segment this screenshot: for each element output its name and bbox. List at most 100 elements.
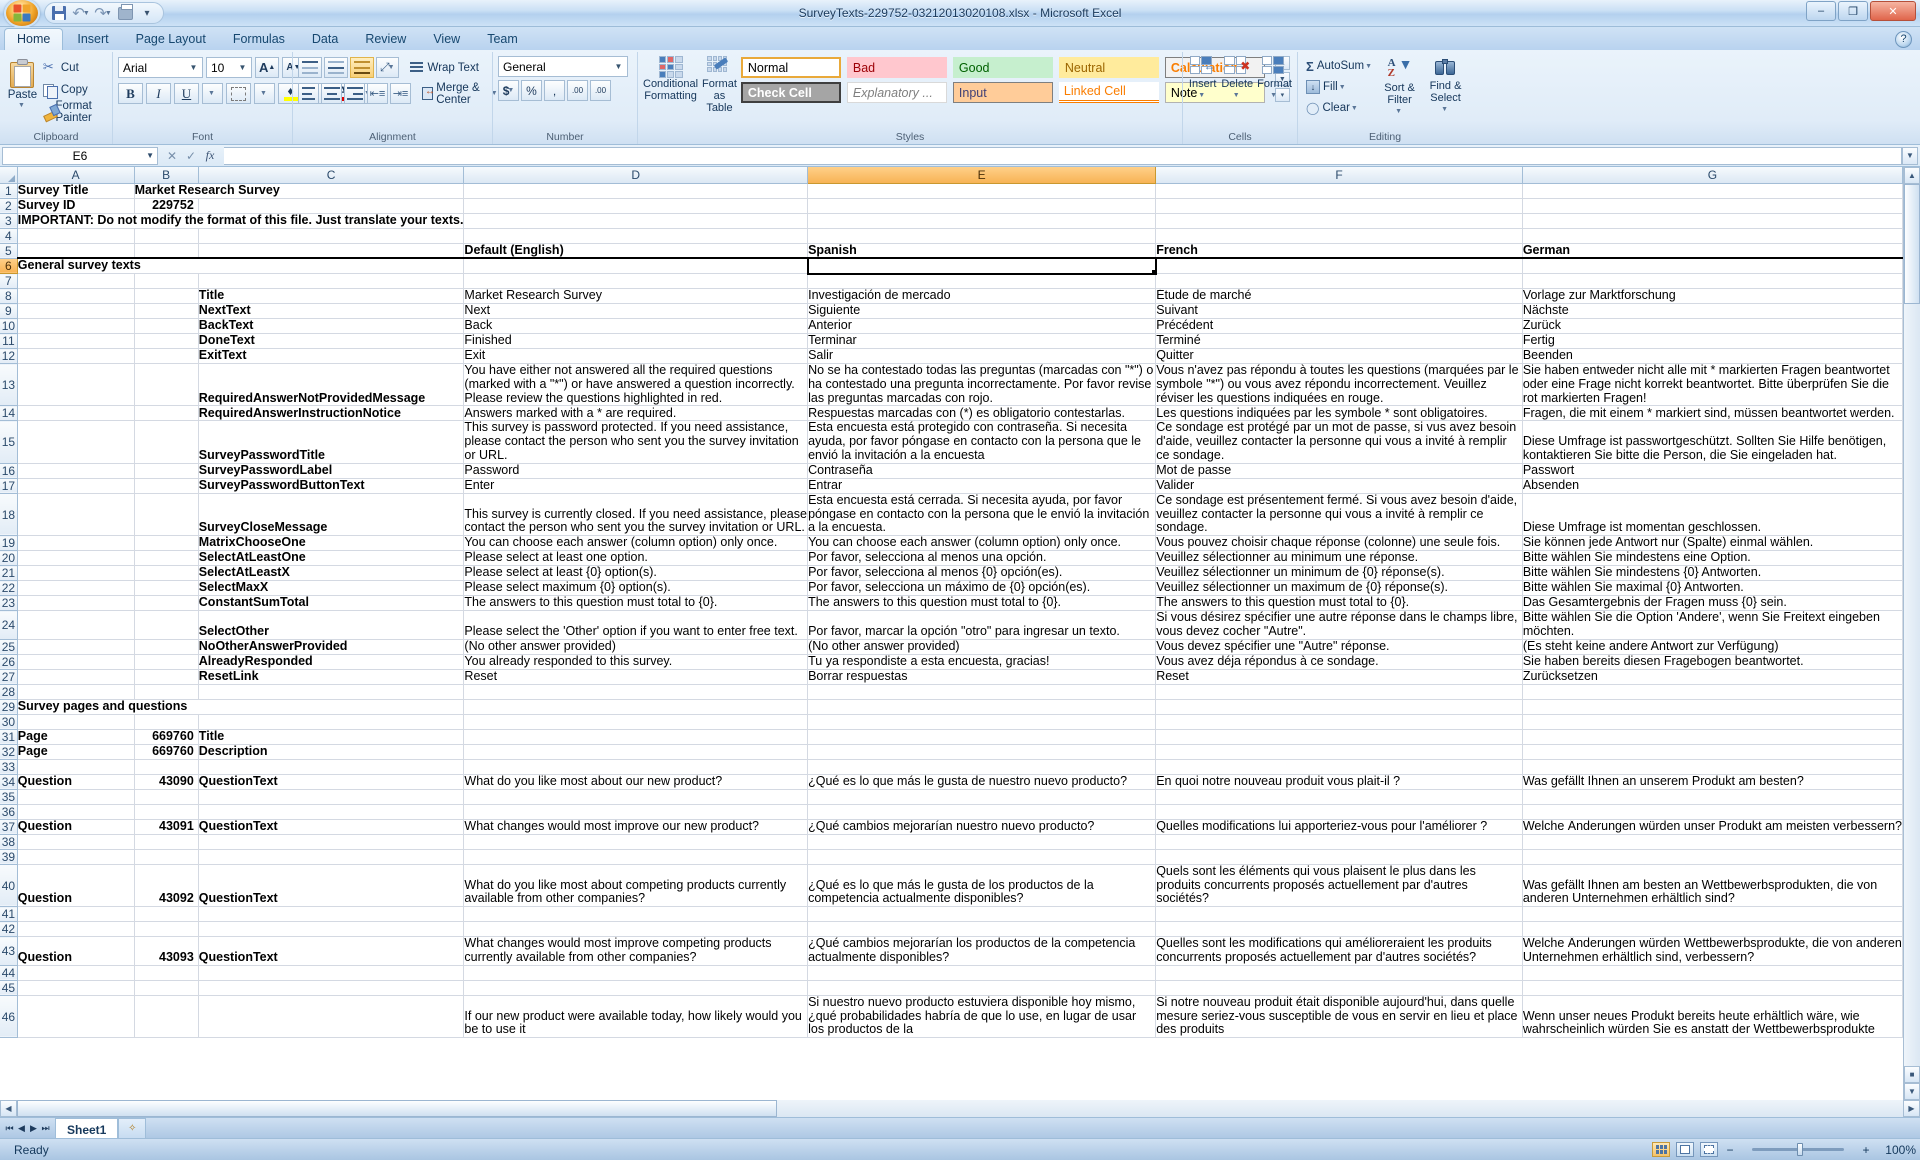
cell-F45[interactable] [1155,980,1523,996]
row-header-24[interactable]: 24 [0,610,18,640]
cell-D4[interactable] [463,228,809,244]
insert-function-button[interactable]: fx [201,147,219,165]
zoom-out-button[interactable]: − [1724,1143,1736,1157]
cell-A32[interactable]: Page [17,744,135,760]
column-header-f[interactable]: F [1155,167,1523,184]
borders-button[interactable] [226,83,251,104]
cell-G38[interactable] [1522,834,1903,850]
cell-E34[interactable]: ¿Qué es lo que más le gusta de nuestro n… [807,774,1157,790]
cell-G10[interactable]: Zurück [1522,318,1903,335]
cell-C7[interactable] [198,273,465,290]
maximize-button[interactable]: ❐ [1838,1,1868,21]
tab-page-layout[interactable]: Page Layout [123,28,219,50]
cell-B18[interactable] [134,493,199,537]
row-header-38[interactable]: 38 [0,834,18,850]
cell-A36[interactable] [17,804,135,820]
cell-A16[interactable] [17,463,135,479]
cell-F18[interactable]: Ce sondage est présentement fermé. Si vo… [1155,493,1523,537]
row-header-40[interactable]: 40 [0,864,18,908]
cell-E43[interactable]: ¿Qué cambios mejorarían los productos de… [807,936,1157,966]
cell-A1[interactable]: Survey Title [17,183,135,199]
cell-G4[interactable] [1522,228,1903,244]
cell-G17[interactable]: Absenden [1522,478,1903,494]
cell-A29[interactable]: Survey pages and questions [17,699,465,715]
scroll-right-button[interactable]: ▶ [1903,1100,1920,1117]
cell-G12[interactable]: Beenden [1522,348,1903,365]
cell-A33[interactable] [17,759,135,775]
formula-input[interactable] [224,146,1902,165]
cell-G33[interactable] [1522,759,1903,775]
cell-G18[interactable]: Diese Umfrage ist momentan geschlossen. [1522,493,1903,537]
cell-G21[interactable]: Bitte wählen Sie mindestens {0} Antworte… [1522,565,1903,582]
cell-F19[interactable]: Vous pouvez choisir chaque réponse (colo… [1155,535,1523,552]
cell-C17[interactable]: SurveyPasswordButtonText [198,478,465,494]
cell-A15[interactable] [17,420,135,464]
row-header-11[interactable]: 11 [0,333,18,350]
cell-D2[interactable] [463,198,809,214]
cell-C8[interactable]: Title [198,288,465,305]
cell-G30[interactable] [1522,714,1903,730]
tab-home[interactable]: Home [4,28,64,50]
cell-F3[interactable] [1155,213,1523,229]
column-header-d[interactable]: D [463,167,809,184]
cell-style-linked-cell[interactable]: Linked Cell [1058,82,1159,103]
cell-E7[interactable] [807,273,1157,290]
cell-F13[interactable]: Vous n'avez pas répondu à toutes les que… [1155,363,1523,407]
cell-F25[interactable]: Vous devez spécifier une "Autre" réponse… [1155,639,1523,655]
fill-button[interactable]: ↓ Fill ▼ [1303,77,1375,97]
name-box[interactable]: E6 ▼ [2,146,158,165]
cell-D21[interactable]: Please select at least {0} option(s). [463,565,809,582]
cell-G15[interactable]: Diese Umfrage ist passwortgeschützt. Sol… [1522,420,1903,464]
cell-C38[interactable] [198,834,465,850]
cell-D11[interactable]: Finished [463,333,809,350]
cell-G27[interactable]: Zurücksetzen [1522,669,1903,685]
cell-style-bad[interactable]: Bad [846,57,947,78]
cell-D39[interactable] [463,849,809,865]
cell-F12[interactable]: Quitter [1155,348,1523,365]
cell-E37[interactable]: ¿Qué cambios mejorarían nuestro nuevo pr… [807,819,1157,835]
worksheet-grid[interactable]: A B C D E F G 1 Survey Title Market Resear… [0,167,1903,1039]
cell-F26[interactable]: Vous avez déja répondus à ce sondage. [1155,654,1523,670]
cell-B35[interactable] [134,789,199,805]
scroll-down-button[interactable]: ▼ [1904,1083,1920,1100]
row-header-1[interactable]: 1 [0,183,18,199]
decrease-indent-button[interactable]: ⇤≡ [367,83,388,104]
cell-F21[interactable]: Veuillez sélectionner un minimum de {0} … [1155,565,1523,582]
cell-C23[interactable]: ConstantSumTotal [198,595,465,612]
cell-B39[interactable] [134,849,199,865]
clear-button[interactable]: ◯ Clear ▼ [1303,98,1375,118]
cell-D13[interactable]: You have either not answered all the req… [463,363,809,407]
cell-E8[interactable]: Investigación de mercado [807,288,1157,305]
cell-F43[interactable]: Quelles sont les modifications qui améli… [1155,936,1523,966]
cell-A9[interactable] [17,303,135,320]
cell-G42[interactable] [1522,921,1903,938]
cell-G35[interactable] [1522,789,1903,805]
vertical-scrollbar[interactable]: ▲ ■ ▼ [1903,167,1920,1100]
cell-F40[interactable]: Quels sont les éléments qui vous plaisen… [1155,864,1523,908]
cell-B27[interactable] [134,669,199,685]
zoom-slider[interactable] [1742,1143,1854,1157]
row-header-4[interactable]: 4 [0,228,18,244]
row-header-31[interactable]: 31 [0,729,18,745]
cell-D37[interactable]: What changes would most improve our new … [463,819,809,835]
cell-C9[interactable]: NextText [198,303,465,320]
cell-G46[interactable]: Wenn unser neues Produkt bereits heute e… [1522,995,1903,1039]
cell-A25[interactable] [17,639,135,655]
cell-D32[interactable] [463,744,809,760]
cell-C28[interactable] [198,684,465,700]
cell-A7[interactable] [17,273,135,290]
cell-E42[interactable] [807,921,1157,938]
column-header-e[interactable]: E [807,167,1157,184]
row-header-3[interactable]: 3 [0,213,18,229]
cell-D23[interactable]: The answers to this question must total … [463,595,809,612]
row-header-20[interactable]: 20 [0,550,18,567]
cell-G6[interactable] [1522,258,1903,275]
cell-E14[interactable]: Respuestas marcadas con (*) es obligator… [807,405,1157,422]
row-header-16[interactable]: 16 [0,463,18,479]
row-header-9[interactable]: 9 [0,303,18,320]
cell-E2[interactable] [807,198,1157,214]
cell-C37[interactable]: QuestionText [198,819,465,835]
cell-C21[interactable]: SelectAtLeastX [198,565,465,582]
autosum-button[interactable]: Σ AutoSum ▼ [1303,56,1375,76]
cell-E29[interactable] [807,699,1157,715]
